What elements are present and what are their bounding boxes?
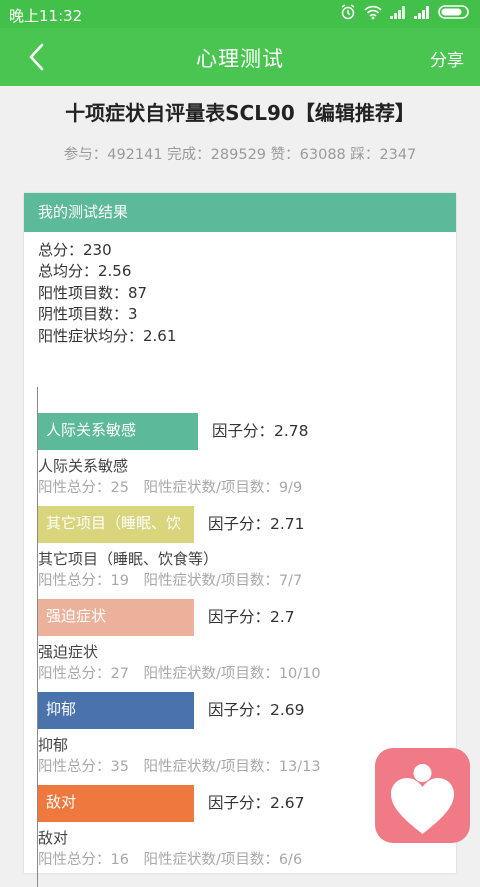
share-button[interactable]: 分享 — [430, 46, 464, 71]
result-header: 我的测试结果 — [24, 193, 456, 232]
page-title: 心理测试 — [196, 47, 284, 71]
factor-score: 因子分：2.78 — [212, 422, 309, 440]
signal-icon — [390, 6, 405, 19]
battery-icon — [438, 5, 469, 19]
factor-detail: 阳性总分：19 阳性症状数/项目数：7/7 — [38, 573, 303, 589]
factor-score: 因子分：2.71 — [208, 515, 305, 533]
factor-name: 其它项目（睡眠、饮食等） — [38, 550, 219, 568]
test-title: 十项症状自评量表SCL90【编辑推荐】 — [65, 101, 415, 125]
positive-symptom-average: 阳性症状均分：2.61 — [38, 326, 177, 345]
status-bar: 晚上11:32 — [0, 0, 480, 28]
test-stats: 参与：492141 完成：289529 赞：63088 踩：2347 — [63, 147, 417, 163]
alarm-icon — [341, 4, 355, 20]
factor-detail: 阳性总分：16 阳性症状数/项目数：6/6 — [38, 852, 303, 868]
factor-bar: 抑郁 — [38, 692, 194, 729]
status-time: 晚上11:32 — [9, 7, 83, 25]
factor-name: 抑郁 — [38, 736, 69, 754]
total-score: 总分：230 — [38, 241, 112, 259]
factor-bar: 敌对 — [38, 785, 194, 822]
factor-bar: 其它项目（睡眠、饮 — [38, 506, 194, 543]
factor-name: 敌对 — [38, 829, 69, 847]
factor-name: 强迫症状 — [38, 643, 99, 661]
total-average: 总均分：2.56 — [38, 262, 132, 281]
factor-name: 人际关系敏感 — [38, 457, 129, 475]
factor-detail: 阳性总分：35 阳性症状数/项目数：13/13 — [38, 759, 321, 775]
factor-score: 因子分：2.67 — [208, 794, 305, 812]
factor-bar: 强迫症状 — [38, 599, 194, 636]
result-summary: 总分：230 总均分：2.56 阳性项目数：87 阴性项目数：3 阳性症状均分：… — [38, 240, 176, 347]
factor-bar: 人际关系敏感 — [38, 413, 198, 450]
heart-person-icon — [391, 764, 454, 834]
factor-detail: 阳性总分：27 阳性症状数/项目数：10/10 — [38, 666, 321, 682]
wifi-icon — [364, 5, 382, 20]
app-bar: 心理测试 分享 — [0, 28, 480, 86]
signal-2-icon — [414, 6, 429, 19]
factor-detail: 阳性总分：25 阳性症状数/项目数：9/9 — [38, 480, 303, 496]
positive-item-count: 阳性项目数：87 — [38, 283, 148, 302]
factor-score: 因子分：2.7 — [208, 608, 295, 626]
floating-app-button[interactable] — [375, 748, 470, 843]
negative-item-count: 阴性项目数：3 — [38, 305, 138, 324]
factor-score: 因子分：2.69 — [208, 701, 305, 719]
status-icons — [340, 4, 472, 20]
